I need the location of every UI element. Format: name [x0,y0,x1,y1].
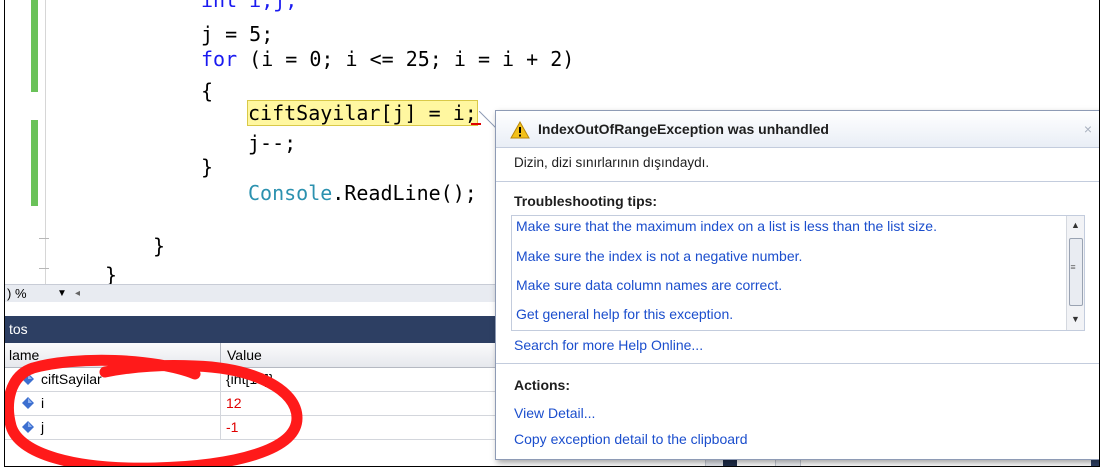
tip-link[interactable]: Make sure that the maximum index on a li… [516,215,937,237]
variable-name: j [41,419,45,435]
code-line: j = 5; [201,22,274,46]
variable-value[interactable]: -1 [226,416,238,439]
grip-icon: ≡ [1070,262,1076,272]
code-line: { [201,79,214,103]
autos-title: tos [9,321,28,337]
tips-list: Make sure that the maximum index on a li… [511,215,1085,331]
view-detail-link[interactable]: View Detail... [514,401,595,425]
tips-scrollbar[interactable]: ▲ ≡ ▼ [1066,216,1084,330]
current-statement[interactable]: ciftSayilar[j] = i; [247,100,478,126]
warning-icon [510,121,530,139]
type-console: Console [248,181,333,205]
divider [496,181,1099,182]
divider [496,363,1099,364]
screenshot-frame: int i,j; j = 5; for (i = 0; i <= 25; i =… [4,0,1100,467]
variable-value[interactable]: 12 [226,392,242,415]
variable-name: ciftSayilar [41,371,102,387]
zoom-level[interactable]: ) % [7,285,27,302]
variable-value[interactable]: {int[10]} [226,368,274,391]
column-separator [220,416,221,439]
field-icon [22,397,34,409]
outline-marker [39,238,49,239]
scrollbar-thumb[interactable] [1069,238,1083,306]
column-separator [220,368,221,391]
exception-title: IndexOutOfRangeException was unhandled [538,121,829,137]
code-line: j--; [248,131,297,155]
code-line: for (i = 0; i <= 25; i = i + 2) [201,47,575,71]
scroll-down-icon[interactable]: ▼ [1067,314,1084,324]
scroll-left-icon[interactable]: ◂ [75,285,80,302]
outline-gutter [45,0,46,285]
keyword-for: for [201,47,238,71]
code-line: Console.ReadLine(); [248,181,477,205]
changed-lines-bar [31,0,38,92]
close-icon[interactable]: × [1084,111,1092,147]
field-icon [22,421,34,433]
search-help-link[interactable]: Search for more Help Online... [514,333,703,357]
exception-header: IndexOutOfRangeException was unhandled × [496,111,1099,148]
variable-name: i [41,395,45,411]
actions-heading: Actions: [514,377,570,393]
field-icon [22,373,34,385]
code-line: } [153,234,166,258]
exception-assistant: IndexOutOfRangeException was unhandled ×… [495,110,1099,460]
chevron-down-icon[interactable]: ▼ [57,285,67,302]
scroll-up-icon[interactable]: ▲ [1067,220,1084,230]
changed-lines-bar [31,120,38,206]
tips-heading: Troubleshooting tips: [514,193,658,209]
column-value[interactable]: Value [220,343,262,367]
column-separator [220,392,221,415]
tip-link[interactable]: Make sure data column names are correct. [516,274,782,296]
highlighted-statement[interactable]: ciftSayilar[j] = i; [247,100,478,126]
exception-message: Dizin, dizi sınırlarının dışındaydı. [514,155,710,170]
outline-marker [39,268,49,269]
code-line: } [201,155,214,179]
tip-link[interactable]: Get general help for this exception. [516,303,733,325]
tip-link[interactable]: Make sure the index is not a negative nu… [516,245,802,267]
code-line: int i,j; [201,0,298,12]
copy-detail-link[interactable]: Copy exception detail to the clipboard [514,427,747,451]
column-name[interactable]: lame [5,343,39,367]
